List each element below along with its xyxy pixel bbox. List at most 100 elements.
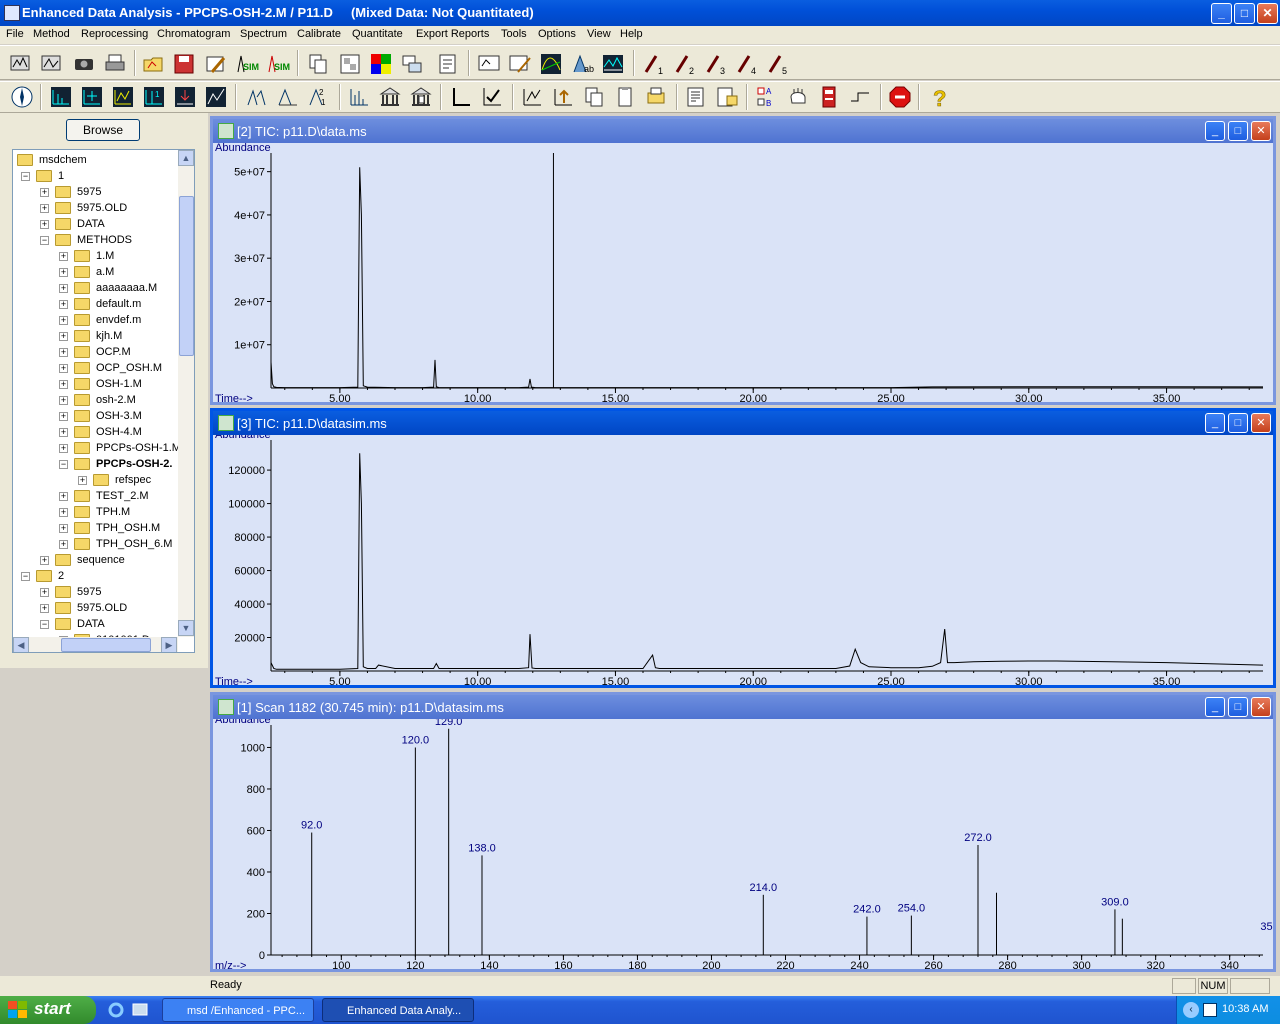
- tree-node[interactable]: + TPH_OSH.M: [13, 520, 178, 536]
- tree-node[interactable]: −2: [13, 568, 178, 584]
- page-copy-icon[interactable]: [582, 85, 606, 109]
- window-minimize-button[interactable]: _: [1205, 413, 1225, 433]
- collapse-icon[interactable]: −: [21, 572, 30, 581]
- tree-node[interactable]: + OCP.M: [13, 344, 178, 360]
- tree-node[interactable]: + TPH.M: [13, 504, 178, 520]
- tree-node[interactable]: −1: [13, 168, 178, 184]
- tree-node[interactable]: + default.m: [13, 296, 178, 312]
- window-close-button[interactable]: ✕: [1251, 697, 1271, 717]
- color-icon[interactable]: [369, 52, 393, 76]
- expand-icon[interactable]: +: [59, 300, 68, 309]
- tree-node[interactable]: − DATA: [13, 616, 178, 632]
- tree-node[interactable]: − PPCPs-OSH-2.: [13, 456, 178, 472]
- maximize-button[interactable]: □: [1234, 3, 1255, 24]
- menu-export-reports[interactable]: Export Reports: [416, 28, 489, 40]
- menu-chromatogram[interactable]: Chromatogram: [157, 28, 230, 40]
- scroll-thumb[interactable]: [179, 196, 194, 356]
- tree-node[interactable]: + OSH-1.M: [13, 376, 178, 392]
- menu-spectrum[interactable]: Spectrum: [240, 28, 287, 40]
- chevron-left-icon[interactable]: ‹: [1183, 1002, 1199, 1018]
- scroll-down-arrow[interactable]: ▼: [178, 620, 194, 636]
- menu-tools[interactable]: Tools: [501, 28, 527, 40]
- tree-node[interactable]: − METHODS: [13, 232, 178, 248]
- peak-5-icon[interactable]: 5: [766, 52, 790, 76]
- menu-method[interactable]: Method: [33, 28, 70, 40]
- tree-horizontal-scrollbar[interactable]: ◀ ▶: [13, 637, 178, 652]
- edit-chart-icon[interactable]: [508, 52, 532, 76]
- instrument-icon[interactable]: [817, 85, 841, 109]
- spectrum-chart[interactable]: Abundance m/z--> 0 200 400 600 800 1000 100 120 14…: [213, 719, 1273, 969]
- expand-icon[interactable]: +: [59, 540, 68, 549]
- window-close-button[interactable]: ✕: [1251, 413, 1271, 433]
- menu-help[interactable]: Help: [620, 28, 643, 40]
- tree-node[interactable]: + OSH-4.M: [13, 424, 178, 440]
- menu-options[interactable]: Options: [538, 28, 576, 40]
- upload-chart-icon[interactable]: [551, 85, 575, 109]
- tree-node[interactable]: + aaaaaaaa.M: [13, 280, 178, 296]
- scroll-left-arrow[interactable]: ◀: [13, 637, 29, 652]
- collapse-icon[interactable]: −: [21, 172, 30, 181]
- tree-node[interactable]: +5975.OLD: [13, 600, 178, 616]
- print-icon[interactable]: [103, 52, 127, 76]
- tree-node[interactable]: +5975.OLD: [13, 200, 178, 216]
- expand-icon[interactable]: +: [40, 204, 49, 213]
- sim-scan-icon[interactable]: SIM: [266, 52, 290, 76]
- help-icon[interactable]: ?: [927, 85, 951, 109]
- expand-icon[interactable]: +: [40, 556, 49, 565]
- expand-icon[interactable]: +: [59, 348, 68, 357]
- chromatogram-icon[interactable]: [49, 85, 73, 109]
- expand-icon[interactable]: +: [59, 508, 68, 517]
- baseline-tool-icon[interactable]: [848, 85, 872, 109]
- tree-vertical-scrollbar[interactable]: ▲ ▼: [178, 150, 194, 637]
- spectrum-titlebar[interactable]: [1] Scan 1182 (30.745 min): p11.D\datasi…: [213, 695, 1273, 719]
- scroll-up-arrow[interactable]: ▲: [178, 150, 194, 166]
- close-button[interactable]: ✕: [1257, 3, 1278, 24]
- peak-4-icon[interactable]: 4: [735, 52, 759, 76]
- tic-data-chart[interactable]: Abundance Time--> 1e+07 2e+07 3e+07 4e+07 5e+0…: [213, 143, 1273, 402]
- menu-quantitate[interactable]: Quantitate: [352, 28, 403, 40]
- tree-node[interactable]: + sequence: [13, 552, 178, 568]
- screen-icon[interactable]: [477, 52, 501, 76]
- camera-icon[interactable]: [72, 52, 96, 76]
- collapse-icon[interactable]: −: [59, 460, 68, 469]
- ie-icon[interactable]: [108, 1002, 124, 1018]
- compass-icon[interactable]: [10, 85, 34, 109]
- tree-node[interactable]: + osh-2.M: [13, 392, 178, 408]
- hscroll-thumb[interactable]: [61, 638, 151, 652]
- window-maximize-button[interactable]: □: [1228, 413, 1248, 433]
- expand-icon[interactable]: +: [40, 588, 49, 597]
- expand-icon[interactable]: +: [59, 364, 68, 373]
- library-search-icon[interactable]: [409, 85, 433, 109]
- tic-datasim-window[interactable]: [3] TIC: p11.D\datasim.ms _ □ ✕ Abundanc…: [210, 408, 1276, 688]
- axis-icon[interactable]: [449, 85, 473, 109]
- peak-2-icon[interactable]: 2: [673, 52, 697, 76]
- download-chromatogram-icon[interactable]: [173, 85, 197, 109]
- expand-icon[interactable]: +: [40, 220, 49, 229]
- edit-method-icon[interactable]: [204, 52, 228, 76]
- sim-icon[interactable]: SIM: [235, 52, 259, 76]
- scroll-right-arrow[interactable]: ▶: [161, 637, 177, 652]
- library-icon[interactable]: [378, 85, 402, 109]
- tic-datasim-titlebar[interactable]: [3] TIC: p11.D\datasim.ms _ □ ✕: [213, 411, 1273, 435]
- overlay-icon[interactable]: [400, 52, 424, 76]
- folder-print-icon[interactable]: [644, 85, 668, 109]
- tic-datasim-chart[interactable]: Abundance Time--> 20000 40000 60000 80000 1000…: [213, 435, 1273, 685]
- integrate-icon[interactable]: ab: [570, 52, 594, 76]
- bar-spectrum-icon[interactable]: [347, 85, 371, 109]
- expand-icon[interactable]: +: [59, 284, 68, 293]
- baseline-icon[interactable]: [601, 52, 625, 76]
- tree-node[interactable]: + DATA: [13, 216, 178, 232]
- tree-node[interactable]: + OSH-3.M: [13, 408, 178, 424]
- smooth-icon[interactable]: [204, 85, 228, 109]
- zoom-chart-icon[interactable]: [520, 85, 544, 109]
- tree-node[interactable]: + TPH_OSH_6.M: [13, 536, 178, 552]
- taskbar-item-enhanced-data-analysis[interactable]: Enhanced Data Analy...: [322, 998, 474, 1022]
- expand-icon[interactable]: +: [59, 444, 68, 453]
- peak-1-icon[interactable]: 1: [642, 52, 666, 76]
- tile-windows-icon[interactable]: [338, 52, 362, 76]
- report-icon[interactable]: [684, 85, 708, 109]
- tree-node[interactable]: + refspec: [13, 472, 178, 488]
- window-close-button[interactable]: ✕: [1251, 121, 1271, 141]
- add-chromatogram-icon[interactable]: [80, 85, 104, 109]
- window-maximize-button[interactable]: □: [1228, 697, 1248, 717]
